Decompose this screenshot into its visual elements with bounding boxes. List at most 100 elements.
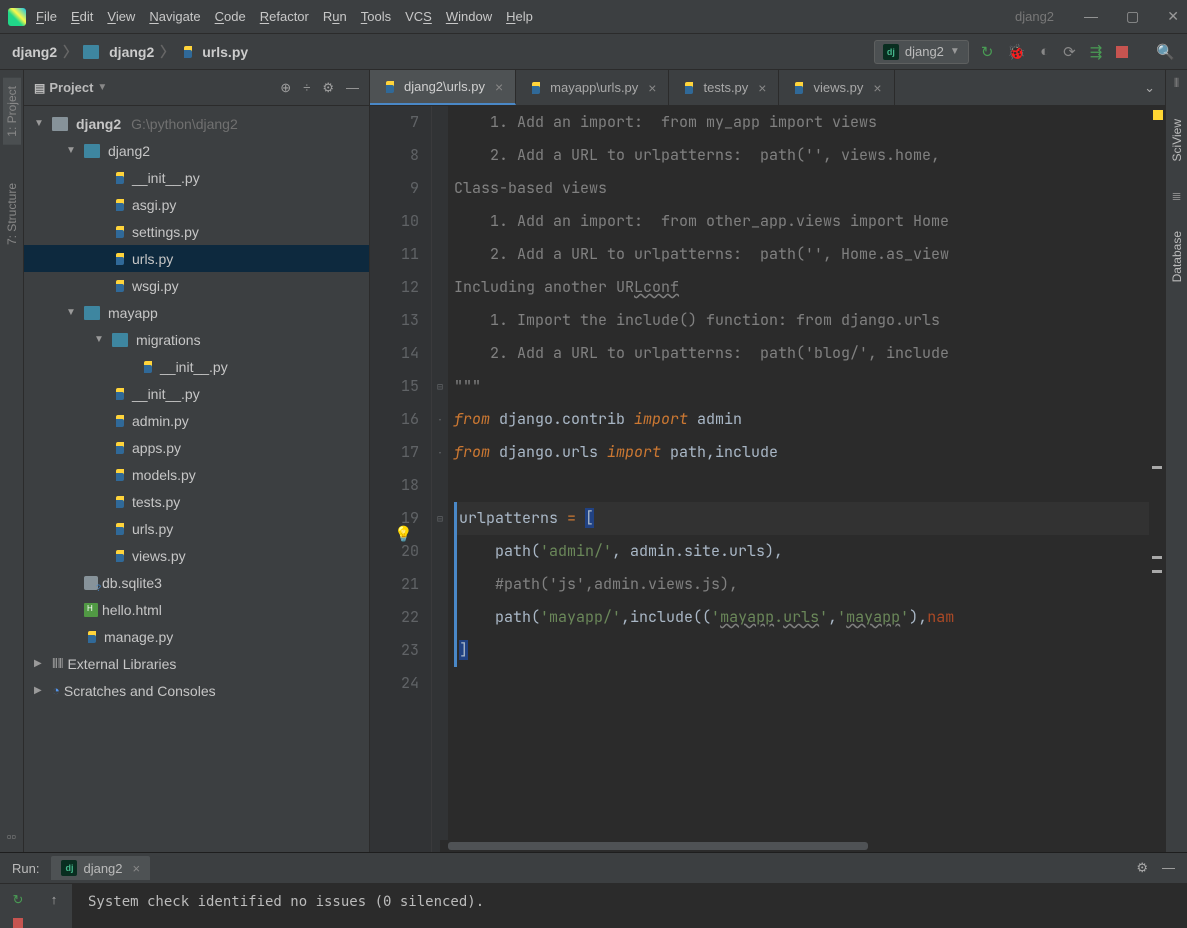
tree-item-urls-py[interactable]: urls.py	[24, 245, 369, 272]
expand-arrow-icon[interactable]: ▶	[34, 658, 48, 669]
menu-view[interactable]: View	[107, 9, 135, 24]
python-file-icon	[112, 197, 128, 213]
run-panel-controls: ⚙ —	[1136, 860, 1175, 876]
tree-root[interactable]: ▼ djang2 G:\python\djang2	[24, 110, 369, 137]
tree-arrow[interactable]: ▼	[66, 307, 80, 318]
close-tab-icon[interactable]: ×	[648, 80, 656, 96]
tree-item-manage-py[interactable]: manage.py	[24, 623, 369, 650]
menu-refactor[interactable]: Refactor	[260, 9, 309, 24]
close-icon[interactable]: ×	[133, 861, 141, 876]
menu-navigate[interactable]: Navigate	[149, 9, 200, 24]
menu-code[interactable]: Code	[215, 9, 246, 24]
database-icon	[84, 576, 98, 590]
code-content[interactable]: 1. Add an import: from my_app import vie…	[448, 106, 1165, 852]
tool-window-button[interactable]: ▫▫	[7, 829, 16, 844]
tool-window-sciview[interactable]: SciView	[1168, 111, 1186, 169]
tree-item---init---py[interactable]: __init__.py	[24, 380, 369, 407]
tree-item-views-py[interactable]: views.py	[24, 542, 369, 569]
hide-button[interactable]: —	[346, 80, 359, 96]
close-tab-icon[interactable]: ×	[495, 79, 503, 95]
hide-icon[interactable]: —	[1162, 860, 1175, 876]
tool-window-structure[interactable]: 7: Structure	[3, 175, 21, 253]
intention-bulb-icon[interactable]: 💡	[394, 518, 413, 551]
close-tab-icon[interactable]: ×	[873, 80, 881, 96]
settings-icon[interactable]: ⚙	[1136, 860, 1148, 876]
editor-tab[interactable]: djang2\urls.py×	[370, 70, 516, 105]
tool-window-database[interactable]: Database	[1168, 223, 1186, 290]
stop-button[interactable]	[13, 918, 23, 928]
tool-window-button[interactable]: ⦀	[1174, 76, 1179, 91]
crumb-file[interactable]: urls.py	[202, 44, 248, 60]
tree-external-libraries[interactable]: ▶ ⦀⦀ External Libraries	[24, 650, 369, 677]
run-configuration-selector[interactable]: dj djang2 ▼	[874, 40, 969, 64]
tree-item-models-py[interactable]: models.py	[24, 461, 369, 488]
menu-edit[interactable]: Edit	[71, 9, 93, 24]
editor-tabs: djang2\urls.py×mayapp\urls.py×tests.py×v…	[370, 70, 1165, 106]
tree-item-mayapp[interactable]: ▼mayapp	[24, 299, 369, 326]
tree-arrow[interactable]: ▼	[66, 145, 80, 156]
select-opened-file-button[interactable]: ⊕	[280, 80, 291, 96]
tree-item---init---py[interactable]: __init__.py	[24, 164, 369, 191]
tree-item-wsgi-py[interactable]: wsgi.py	[24, 272, 369, 299]
run-panel-header: Run: dj djang2 × ⚙ —	[0, 853, 1187, 884]
close-tab-icon[interactable]: ×	[758, 80, 766, 96]
django-icon: dj	[883, 44, 899, 60]
rerun-button[interactable]: ↻	[13, 892, 24, 908]
debug-button[interactable]: 🐞	[1007, 43, 1026, 61]
editor-tab[interactable]: mayapp\urls.py×	[516, 70, 669, 105]
tree-item-migrations[interactable]: ▼migrations	[24, 326, 369, 353]
tree-item-apps-py[interactable]: apps.py	[24, 434, 369, 461]
tree-item-hello-html[interactable]: hello.html	[24, 596, 369, 623]
tree-item-tests-py[interactable]: tests.py	[24, 488, 369, 515]
run-panel-tab[interactable]: dj djang2 ×	[51, 856, 150, 880]
menu-tools[interactable]: Tools	[361, 9, 391, 24]
run-targets-button[interactable]: ⇶	[1090, 43, 1103, 61]
menu-run[interactable]: Run	[323, 9, 347, 24]
tree-item-admin-py[interactable]: admin.py	[24, 407, 369, 434]
run-coverage-button[interactable]: ◐	[1040, 43, 1049, 60]
editor-scrollbar[interactable]	[1149, 106, 1165, 852]
editor-tab[interactable]: tests.py×	[669, 70, 779, 105]
console-output[interactable]: System check identified no issues (0 sil…	[72, 884, 1187, 928]
tree-item-settings-py[interactable]: settings.py	[24, 218, 369, 245]
maximize-button[interactable]: ▢	[1126, 8, 1139, 25]
tree-item-urls-py[interactable]: urls.py	[24, 515, 369, 542]
scrollbar-thumb[interactable]	[448, 842, 868, 850]
menu-file[interactable]: File	[36, 9, 57, 24]
tree-label: wsgi.py	[132, 278, 179, 294]
menu-vcs[interactable]: VCS	[405, 9, 432, 24]
close-button[interactable]: ✕	[1167, 8, 1179, 25]
python-file-icon	[112, 251, 128, 267]
expand-arrow-icon[interactable]: ▼	[34, 118, 48, 129]
crumb-folder[interactable]: djang2	[109, 44, 154, 60]
tree-item---init---py[interactable]: __init__.py	[24, 353, 369, 380]
settings-button[interactable]: ⚙	[322, 80, 334, 96]
tab-overflow-button[interactable]: ⌄	[1134, 70, 1165, 105]
tree-item-djang2[interactable]: ▼djang2	[24, 137, 369, 164]
scratches-icon: ◔	[52, 683, 60, 698]
collapse-all-button[interactable]: ÷	[303, 80, 310, 96]
horizontal-scrollbar[interactable]	[440, 840, 1145, 852]
up-icon[interactable]: ↑	[51, 892, 58, 907]
expand-arrow-icon[interactable]: ▶	[34, 685, 48, 696]
editor-tab[interactable]: views.py×	[779, 70, 894, 105]
minimize-button[interactable]: —	[1084, 8, 1098, 25]
menu-window[interactable]: Window	[446, 9, 492, 24]
crumb-root[interactable]: djang2	[12, 44, 57, 60]
tree-arrow[interactable]: ▼	[94, 334, 108, 345]
tree-item-db-sqlite3[interactable]: db.sqlite3	[24, 569, 369, 596]
profile-button[interactable]: ⟳	[1063, 43, 1076, 61]
sidebar-toolbar: ⊕ ÷ ⚙ —	[280, 80, 359, 96]
run-config-name: djang2	[905, 44, 944, 59]
tree-item-asgi-py[interactable]: asgi.py	[24, 191, 369, 218]
sidebar-title[interactable]: ▤ Project ▼	[34, 80, 272, 95]
stop-button[interactable]	[1116, 46, 1128, 58]
tree-scratches[interactable]: ▶ ◔ Scratches and Consoles	[24, 677, 369, 704]
run-button[interactable]: ↻	[981, 43, 994, 61]
code-editor[interactable]: 789101112131415161718192021222324 ⊟··⊟ 1…	[370, 106, 1165, 852]
python-file-icon	[112, 413, 128, 429]
search-everywhere-button[interactable]: 🔍	[1156, 43, 1175, 61]
menu-help[interactable]: Help	[506, 9, 533, 24]
tool-window-project[interactable]: 1: Project	[3, 78, 21, 145]
django-icon: dj	[61, 860, 77, 876]
